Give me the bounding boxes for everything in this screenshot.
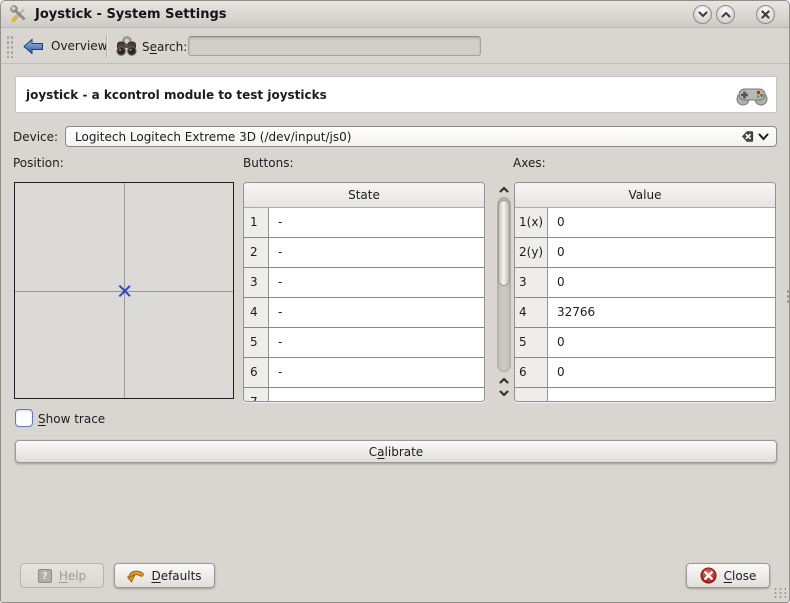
table-row: 60 [515, 358, 775, 388]
axes-label: Axes: [513, 156, 546, 170]
toolbar-drag-handle[interactable] [6, 35, 13, 58]
calibrate-label: Calibrate [369, 445, 423, 459]
chevron-up-icon [499, 377, 509, 384]
show-trace-label: Show trace [38, 412, 105, 426]
gamepad-icon [736, 83, 768, 107]
buttons-table[interactable]: State 1- 2- 3- 4- 5- 6- 7- [243, 182, 485, 402]
chevron-up-icon [499, 186, 509, 193]
table-row [515, 388, 775, 401]
defaults-label: Defaults [151, 569, 201, 583]
buttons-table-header: State [244, 183, 484, 208]
chevron-up-icon [721, 11, 731, 18]
window-title: Joystick - System Settings [35, 7, 227, 22]
help-label: Help [59, 569, 86, 583]
device-combobox[interactable]: Logitech Logitech Extreme 3D (/dev/input… [65, 126, 777, 147]
table-row: 432766 [515, 298, 775, 328]
minimize-button[interactable] [693, 5, 712, 24]
help-icon: ? [38, 569, 52, 583]
show-trace-checkbox[interactable] [15, 409, 33, 427]
close-label: Close [724, 569, 757, 583]
toolbar: Overview Search: [1, 29, 789, 64]
toolbar-separator [106, 35, 107, 58]
close-red-icon [700, 567, 717, 584]
search-binoculars-icon [115, 35, 138, 57]
search-input[interactable] [188, 36, 481, 56]
scrollbar-thumb[interactable] [498, 200, 510, 286]
search-label: Search: [142, 40, 187, 54]
module-banner: joystick - a kcontrol module to test joy… [15, 76, 777, 113]
calibrate-button[interactable]: Calibrate [15, 440, 777, 463]
scroll-down-button[interactable] [495, 387, 513, 399]
defaults-button[interactable]: Defaults [114, 563, 215, 588]
system-settings-window: Joystick - System Settings Overview [0, 0, 790, 603]
buttons-label: Buttons: [243, 156, 294, 170]
chevron-down-icon [499, 390, 509, 397]
joystick-position-marker [118, 284, 131, 297]
overview-label: Overview [51, 39, 108, 53]
panel-resize-grip[interactable] [786, 289, 790, 303]
position-label: Position: [13, 156, 64, 170]
window-resize-grip[interactable] [773, 587, 786, 599]
module-title: joystick - a kcontrol module to test joy… [26, 88, 327, 102]
close-icon [761, 10, 770, 19]
chevron-down-icon [698, 11, 708, 18]
axes-table[interactable]: Value 1(x)0 2(y)0 30 432766 50 60 [514, 182, 776, 402]
help-button: ? Help [20, 563, 104, 588]
position-pad [14, 182, 234, 399]
tools-icon [10, 5, 28, 23]
buttons-table-scrollbar[interactable] [495, 183, 513, 400]
table-row: 1- [244, 208, 484, 238]
table-row: 6- [244, 358, 484, 388]
titlebar[interactable]: Joystick - System Settings [1, 1, 789, 28]
window-close-button[interactable] [756, 5, 775, 24]
back-arrow-icon [23, 38, 44, 55]
device-label: Device: [13, 130, 58, 144]
table-row: 50 [515, 328, 775, 358]
scrollbar-track[interactable] [497, 197, 511, 372]
undo-arrow-icon [127, 569, 144, 583]
table-row: 30 [515, 268, 775, 298]
table-row: 7- [244, 388, 484, 401]
axes-table-header: Value [515, 183, 775, 208]
table-row: 1(x)0 [515, 208, 775, 238]
overview-button[interactable]: Overview [17, 32, 114, 60]
table-row: 5- [244, 328, 484, 358]
scroll-up-button[interactable] [495, 183, 513, 195]
scroll-up-button-2[interactable] [495, 374, 513, 386]
table-row: 2- [244, 238, 484, 268]
maximize-button[interactable] [716, 5, 735, 24]
table-row: 4- [244, 298, 484, 328]
device-selected-value: Logitech Logitech Extreme 3D (/dev/input… [75, 130, 737, 144]
table-row: 3- [244, 268, 484, 298]
clear-field-icon[interactable] [737, 130, 754, 143]
table-row: 2(y)0 [515, 238, 775, 268]
chevron-down-icon [758, 133, 769, 141]
close-button[interactable]: Close [686, 563, 770, 588]
